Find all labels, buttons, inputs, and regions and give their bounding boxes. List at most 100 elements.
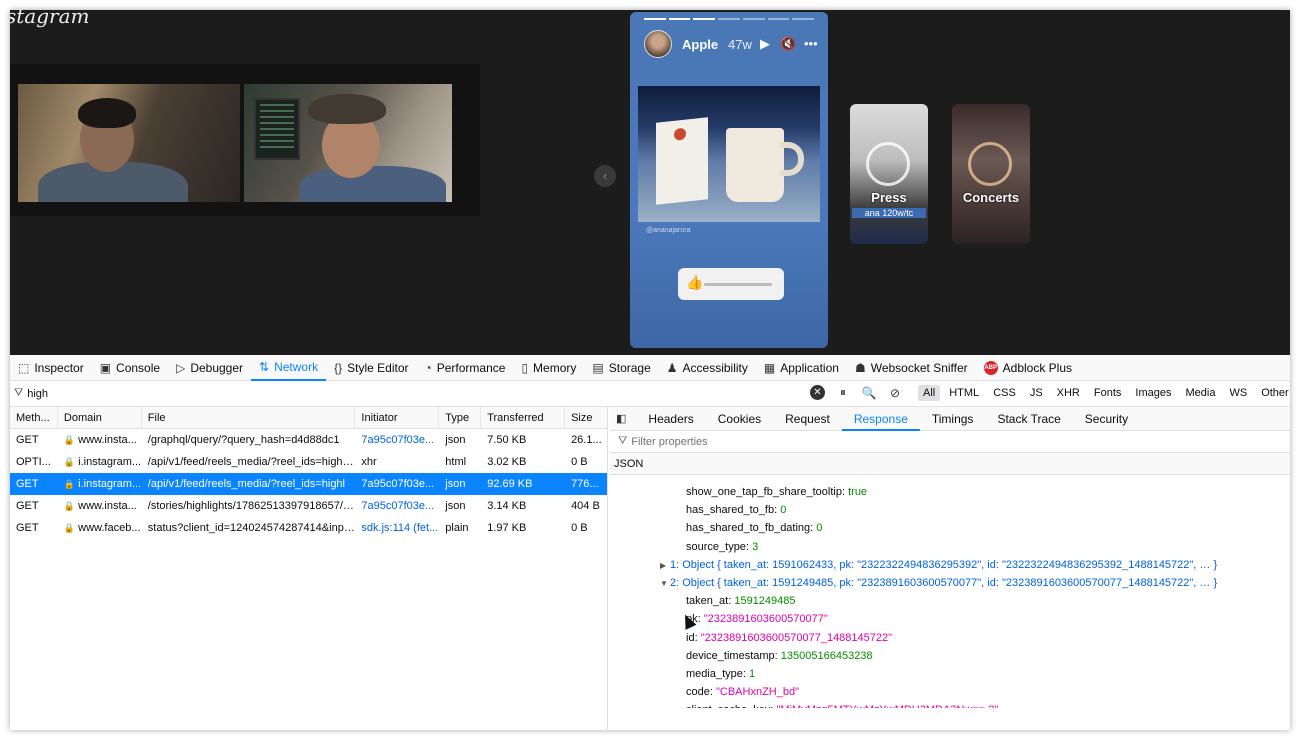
type-filters: All HTML CSS JS XHR Fonts Images Media WS Other <box>918 385 1290 401</box>
tab-websocket-sniffer[interactable]: ☗ Websocket Sniffer <box>847 355 976 381</box>
type-filter-all[interactable]: All <box>918 385 941 401</box>
type-filter-fonts[interactable]: Fonts <box>1089 385 1127 401</box>
tab-label: Websocket Sniffer <box>870 360 968 375</box>
json-value: 0 <box>780 504 787 517</box>
json-section-header[interactable]: JSON <box>610 453 1290 475</box>
json-row[interactable]: has_shared_to_fb: 0 <box>610 501 1290 519</box>
filter-urls-input[interactable] <box>27 387 628 400</box>
type-filter-other[interactable]: Other <box>1256 385 1290 401</box>
tab-performance[interactable]: ◔ Performance <box>416 355 513 381</box>
type-filter-css[interactable]: CSS <box>988 385 1021 401</box>
json-object-summary: 1: Object { taken_at: 1591062433, pk: "2… <box>670 558 1218 571</box>
column-header-transferred[interactable]: Transferred <box>481 407 566 428</box>
story-progress <box>644 18 815 20</box>
table-row[interactable]: GET 🔒 www.insta... /stories/highlights/1786… <box>10 495 607 517</box>
column-header-type[interactable]: Type <box>439 407 482 428</box>
json-key: has_shared_to_fb <box>686 504 775 517</box>
expand-arrow-icon[interactable]: ▶ <box>660 557 670 575</box>
table-row[interactable]: OPTI... 🔒 i.instagram... /api/v1/feed/reels… <box>10 451 607 473</box>
cell-text: /stories/highlights/17862513397918657/?_… <box>147 500 356 512</box>
cell-text[interactable]: 7a95c07f03e... <box>361 434 434 446</box>
json-row[interactable]: client_cache_key: "MjMyMzg5MTYwMzYwMDU3M… <box>610 701 1290 708</box>
search-icon[interactable]: 🔍 <box>861 386 877 400</box>
type-filter-images[interactable]: Images <box>1130 385 1176 401</box>
cell-text[interactable]: 7a95c07f03e... <box>361 478 434 490</box>
avatar[interactable] <box>644 30 672 58</box>
json-row[interactable]: ▼ 2: Object { taken_at: 1591249485, pk: "… <box>610 574 1290 592</box>
column-header-file[interactable]: File <box>142 407 356 428</box>
tab-cookies[interactable]: Cookies <box>706 407 773 431</box>
json-row[interactable]: taken_at: 1591249485 <box>610 592 1290 610</box>
cell-text: 0 B <box>571 456 588 468</box>
cell-initiator: sdk.js:114 (fet... <box>355 517 439 539</box>
highlight-tile-press[interactable]: Press ana 120w/tc <box>850 104 928 244</box>
tab-storage[interactable]: ▤ Storage <box>584 355 658 381</box>
collapse-arrow-icon[interactable]: ▼ <box>660 575 670 593</box>
column-header-method[interactable]: Meth... <box>10 407 58 428</box>
tab-memory[interactable]: ▯ Memory <box>513 355 584 381</box>
json-row[interactable]: id: "2323891603600570077_1488145722" <box>610 629 1290 647</box>
json-row[interactable]: show_one_tap_fb_share_tooltip: true <box>610 483 1290 501</box>
table-row[interactable]: GET 🔒 www.insta... /graphql/query/?query_ha… <box>10 429 607 451</box>
tab-adblock-plus[interactable]: ABP Adblock Plus <box>976 355 1080 381</box>
screen: stagram ‹ Apple 47w ▶ 🔇 ••• @ananajarora… <box>10 10 1290 730</box>
tab-style-editor[interactable]: {} Style Editor <box>326 355 416 381</box>
json-row[interactable]: code: "CBAHxnZH_bd" <box>610 683 1290 701</box>
clear-filter-icon[interactable]: ✕ <box>810 385 825 400</box>
column-header-size[interactable]: Size <box>565 407 607 428</box>
lock-icon: 🔒 <box>63 523 76 533</box>
json-row[interactable]: has_shared_to_fb_dating: 0 <box>610 519 1290 537</box>
story-mention[interactable]: @ananajarora <box>646 227 690 234</box>
more-icon[interactable]: ••• <box>804 36 818 51</box>
column-header-domain[interactable]: Domain <box>58 407 142 428</box>
story-prev-icon[interactable]: ‹ <box>594 165 616 187</box>
instagram-logo[interactable]: stagram <box>10 10 89 28</box>
cell-text: GET <box>16 478 39 490</box>
json-row[interactable]: source_type: 3 <box>610 538 1290 556</box>
emoji-slider-thumb[interactable]: 👍 <box>686 274 703 291</box>
cell-text[interactable]: sdk.js:114 (fet... <box>361 522 438 534</box>
tab-accessibility[interactable]: ♟ Accessibility <box>659 355 756 381</box>
tab-label: Storage <box>608 360 651 375</box>
story-viewer[interactable]: Apple 47w ▶ 🔇 ••• @ananajarora 👍 <box>630 12 828 348</box>
tab-debugger[interactable]: ▷ Debugger <box>168 355 251 381</box>
tab-headers[interactable]: Headers <box>636 407 705 431</box>
type-filter-html[interactable]: HTML <box>944 385 984 401</box>
play-icon[interactable]: ▶ <box>760 36 770 52</box>
type-filter-xhr[interactable]: XHR <box>1052 385 1085 401</box>
block-icon[interactable]: ⊘ <box>887 386 903 400</box>
toggle-sidebar-icon[interactable]: ◧ <box>610 412 636 425</box>
mute-icon[interactable]: 🔇 <box>780 36 796 52</box>
lock-icon: 🔒 <box>63 457 76 467</box>
story-username[interactable]: Apple <box>682 37 718 52</box>
cell-text[interactable]: 7a95c07f03e... <box>361 500 434 512</box>
json-row[interactable]: device_timestamp: 135005166453238 <box>610 647 1290 665</box>
type-filter-media[interactable]: Media <box>1180 385 1220 401</box>
tab-inspector[interactable]: ⬚ Inspector <box>10 355 92 381</box>
type-filter-js[interactable]: JS <box>1025 385 1048 401</box>
cell-text[interactable]: xhr <box>361 456 376 468</box>
table-row[interactable]: GET 🔒 www.faceb... status?client_id=1240245… <box>10 517 607 539</box>
filter-properties-field[interactable]: ⛛ Filter properties <box>610 431 1290 453</box>
tab-security[interactable]: Security <box>1073 407 1140 431</box>
emoji-slider[interactable]: 👍 <box>678 268 784 300</box>
tab-timings[interactable]: Timings <box>920 407 986 431</box>
tab-console[interactable]: ▣ Console <box>92 355 168 381</box>
tab-network[interactable]: ⇅ Network <box>251 355 327 381</box>
filter-icon: ⛛ <box>618 435 628 447</box>
tab-response[interactable]: Response <box>841 407 920 431</box>
table-row[interactable]: GET 🔒 i.instagram... /api/v1/feed/reels_med… <box>10 473 607 495</box>
type-filter-ws[interactable]: WS <box>1224 385 1252 401</box>
cell-text: json <box>445 500 466 512</box>
tab-application[interactable]: ▦ Application <box>756 355 847 381</box>
json-row[interactable]: media_type: 1 <box>610 665 1290 683</box>
pause-icon[interactable]: ⏸ <box>835 385 851 400</box>
cell-text: /graphql/query/?query_hash=d4d88dc1 <box>147 434 340 446</box>
tab-stack-trace[interactable]: Stack Trace <box>985 407 1072 431</box>
column-header-initiator[interactable]: Initiator <box>355 407 440 428</box>
json-row[interactable]: ▶ 1: Object { taken_at: 1591062433, pk: "… <box>610 556 1290 574</box>
json-value: 135005166453238 <box>780 649 873 662</box>
tab-request[interactable]: Request <box>773 407 842 431</box>
json-row[interactable]: pk: "2323891603600570077" <box>610 610 1290 628</box>
highlight-tile-concerts[interactable]: Concerts <box>952 104 1030 244</box>
